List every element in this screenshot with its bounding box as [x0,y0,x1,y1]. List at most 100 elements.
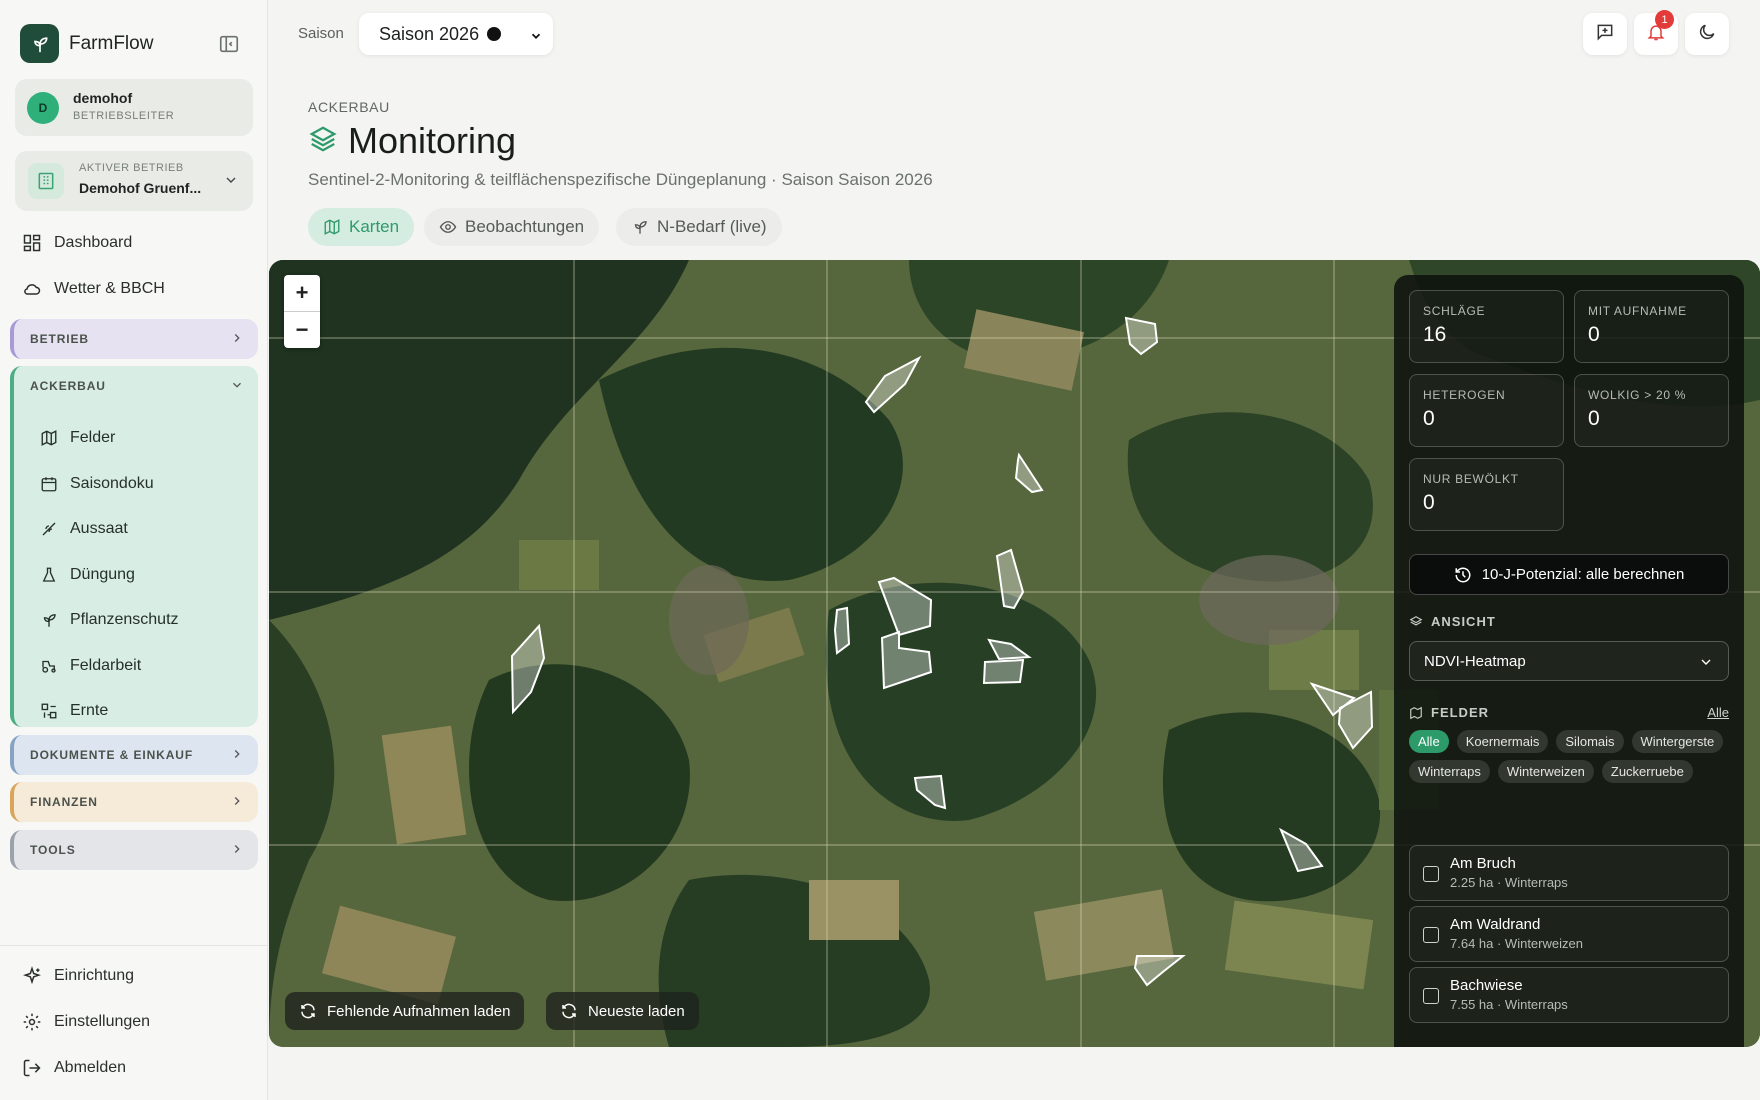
field-checkbox[interactable] [1423,927,1439,943]
monitoring-panel: SCHLÄGE 16 MIT AUFNAHME 0 HETEROGEN 0 WO… [1394,275,1744,1047]
chip-zuckerruebe[interactable]: Zuckerruebe [1601,760,1693,783]
sidebar-item-aussaat[interactable]: Aussaat [38,512,128,546]
nav-einstellungen[interactable]: Einstellungen [20,1004,150,1040]
section-finanzen[interactable]: FINANZEN [10,782,258,822]
section-betrieb-label: BETRIEB [30,332,89,346]
stat-label: HETEROGEN [1423,388,1506,402]
page-subtitle: Sentinel-2-Monitoring & teilflächenspezi… [308,170,933,189]
logo[interactable]: FarmFlow [20,24,153,63]
cloud-sun-icon [20,277,44,301]
user-role: BETRIEBSLEITER [73,110,175,122]
sidebar-item-ernte[interactable]: Ernte [38,694,108,728]
field-checkbox[interactable] [1423,988,1439,1004]
compute-potential-button[interactable]: 10-J-Potenzial: alle berechnen [1409,554,1729,595]
load-latest-button[interactable]: Neueste laden [546,992,699,1030]
sidebar-item-feldarbeit[interactable]: Feldarbeit [38,649,141,683]
season-label: Saison [298,25,344,42]
nav-abmelden[interactable]: Abmelden [20,1050,126,1086]
field-name: Am Bruch [1450,855,1516,872]
stat-value: 0 [1588,323,1600,346]
sidebar-item-label: Felder [70,429,116,446]
user-card[interactable]: D demohof BETRIEBSLEITER [15,79,253,136]
message-plus-icon [1595,22,1615,47]
harvest-icon [38,700,60,722]
nav-weather[interactable]: Wetter & BBCH [20,271,165,307]
chevron-down-icon [1698,654,1714,674]
field-meta: 7.64 ha · Winterweizen [1450,936,1583,951]
calendar-icon [38,473,60,495]
sidebar-item-pflanzenschutz[interactable]: Pflanzenschutz [38,603,179,637]
feedback-button[interactable] [1583,13,1627,55]
chevron-down-icon[interactable] [230,378,244,397]
chip-koernermais[interactable]: Koernermais [1456,730,1549,753]
zoom-out-button[interactable]: − [284,311,320,347]
stat-value: 0 [1423,407,1435,430]
zoom-in-button[interactable]: + [284,275,320,311]
tab-beobachtungen[interactable]: Beobachtungen [424,208,600,246]
stat-heterogen: HETEROGEN 0 [1409,374,1564,447]
list-item[interactable]: Bachwiese 7.55 ha · Winterraps [1409,967,1729,1023]
stat-mit-aufnahme: MIT AUFNAHME 0 [1574,290,1729,363]
chip-winterraps[interactable]: Winterraps [1409,760,1490,783]
sidebar-item-label: Feldarbeit [70,657,142,674]
chevron-right-icon [230,842,244,861]
chip-silomais[interactable]: Silomais [1556,730,1624,753]
section-tools[interactable]: TOOLS [10,830,258,870]
seed-icon [38,518,60,540]
compute-potential-label: 10-J-Potenzial: alle berechnen [1481,566,1685,583]
section-ackerbau-label[interactable]: ACKERBAU [14,366,258,406]
load-missing-label: Fehlende Aufnahmen laden [327,1002,511,1020]
notifications-button[interactable]: 1 [1634,10,1678,55]
list-item[interactable]: Am Waldrand 7.64 ha · Winterweizen [1409,906,1729,962]
active-farm-selector[interactable]: AKTIVER BETRIEB Demohof Gruenf... [15,151,253,211]
fields-heading: FELDER [1409,705,1489,720]
tab-label: Beobachtungen [465,217,585,236]
view-heading-label: ANSICHT [1431,614,1496,629]
section-tools-label: TOOLS [30,843,76,857]
map-icon [1409,706,1423,720]
view-value: NDVI-Heatmap [1424,652,1526,670]
section-dokumente-label: DOKUMENTE & EINKAUF [30,748,194,762]
section-finanzen-label: FINANZEN [30,795,98,809]
section-ackerbau: ACKERBAU Felder Saisondoku Aussaat Düngu… [10,366,258,727]
theme-toggle-button[interactable] [1685,13,1729,55]
section-dokumente[interactable]: DOKUMENTE & EINKAUF [10,735,258,775]
tab-n-bedarf[interactable]: N-Bedarf (live) [616,208,782,246]
section-betrieb[interactable]: BETRIEB [10,319,258,359]
chip-wintergerste[interactable]: Wintergerste [1631,730,1724,753]
sparkles-icon [20,964,44,988]
nav-einrichtung[interactable]: Einrichtung [20,958,134,994]
chip-alle[interactable]: Alle [1409,730,1449,753]
field-checkbox[interactable] [1423,866,1439,882]
tab-karten[interactable]: Karten [308,208,415,246]
satellite-map[interactable]: + − Fehlende Aufnahmen laden Neueste lad… [269,260,1760,1047]
active-farm-label: AKTIVER BETRIEB [79,162,184,174]
chevron-right-icon [230,747,244,766]
load-missing-images-button[interactable]: Fehlende Aufnahmen laden [285,992,525,1030]
list-item[interactable]: Am Bruch 2.25 ha · Winterraps [1409,845,1729,901]
divider [0,945,268,946]
map-icon [38,427,60,449]
field-name: Bachwiese [1450,977,1523,994]
chip-winterweizen[interactable]: Winterweizen [1497,760,1594,783]
sidebar: FarmFlow D demohof BETRIEBSLEITER AKTIVE… [0,0,268,1100]
sidebar-item-felder[interactable]: Felder [38,421,115,455]
zoom-controls: + − [284,275,320,348]
tab-label: Karten [349,217,400,236]
eye-icon [439,218,457,236]
nav-dashboard-label: Dashboard [54,234,133,251]
sidebar-item-duengung[interactable]: Düngung [38,558,135,592]
nav-dashboard[interactable]: Dashboard [20,225,132,261]
sidebar-collapse-icon[interactable] [216,32,242,56]
fields-heading-label: FELDER [1431,705,1489,720]
sidebar-item-saisondoku[interactable]: Saisondoku [38,467,154,501]
sidebar-item-label: Pflanzenschutz [70,611,179,628]
season-select[interactable]: Saison 2026 [359,13,553,55]
dashboard-icon [20,231,44,255]
nav-einrichtung-label: Einrichtung [54,967,135,984]
view-select[interactable]: NDVI-Heatmap [1409,641,1729,681]
select-all-link[interactable]: Alle [1707,705,1729,720]
moon-icon [1697,22,1717,47]
field-name: Am Waldrand [1450,916,1541,933]
layers-icon [1409,615,1423,629]
